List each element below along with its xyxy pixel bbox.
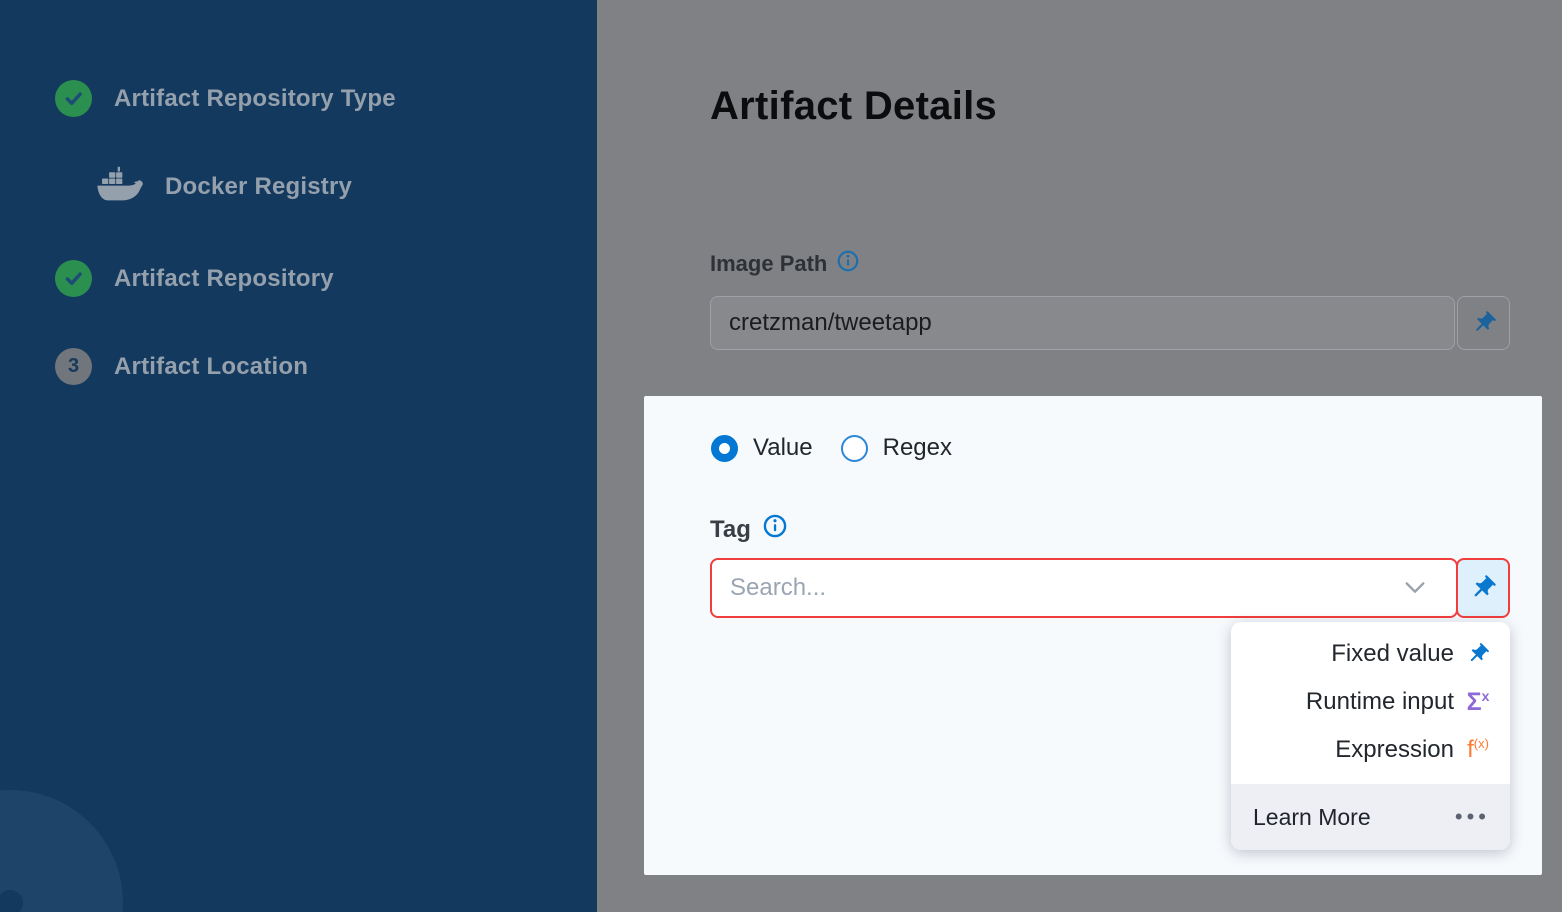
value-type-menu: Fixed value Runtime input Σx Expression …	[1231, 622, 1510, 850]
step-label: Artifact Repository Type	[114, 85, 396, 113]
info-icon[interactable]	[837, 250, 859, 278]
radio-selected-icon[interactable]	[711, 435, 738, 462]
tag-pin-button[interactable]	[1456, 558, 1510, 618]
sidebar-step-artifact-repository-type[interactable]: Artifact Repository Type	[55, 80, 396, 117]
menu-item-runtime-input[interactable]: Runtime input Σx	[1231, 678, 1510, 726]
wizard-sidebar: Artifact Repository Type Docker Registry…	[0, 0, 597, 912]
image-path-pin-button[interactable]	[1457, 296, 1510, 350]
image-path-label: Image Path	[710, 250, 859, 278]
chevron-down-icon[interactable]	[1404, 580, 1426, 601]
step-complete-icon	[55, 260, 92, 297]
tag-label: Tag	[710, 514, 787, 545]
learn-more-link[interactable]: Learn More	[1253, 804, 1371, 831]
radio-option-value[interactable]: Value	[711, 434, 813, 462]
more-options-icon[interactable]: •••	[1455, 806, 1490, 828]
radio-option-regex[interactable]: Regex	[841, 434, 952, 462]
page-title: Artifact Details	[710, 84, 997, 129]
substep-label: Docker Registry	[165, 173, 352, 201]
docker-whale-icon	[95, 165, 145, 208]
step-label: Artifact Location	[114, 353, 308, 381]
radio-unselected-icon[interactable]	[841, 435, 868, 462]
sidebar-step-artifact-location[interactable]: 3 Artifact Location	[55, 348, 308, 385]
menu-item-expression[interactable]: Expression f(x)	[1231, 726, 1510, 774]
image-path-field-row	[710, 296, 1510, 350]
step-label: Artifact Repository	[114, 265, 334, 293]
pin-icon	[1462, 642, 1494, 666]
radio-label: Value	[753, 434, 813, 462]
step-complete-icon	[55, 80, 92, 117]
tag-search-input[interactable]	[710, 558, 1458, 618]
image-path-input[interactable]	[710, 296, 1455, 350]
info-icon[interactable]	[763, 514, 787, 545]
tag-field-row	[710, 558, 1510, 618]
decorative-ring	[0, 790, 123, 912]
menu-footer: Learn More •••	[1231, 784, 1510, 850]
step-number-badge: 3	[55, 348, 92, 385]
tag-type-radio-group: Value Regex	[711, 434, 952, 462]
fx-icon: f(x)	[1462, 736, 1494, 764]
menu-item-fixed-value[interactable]: Fixed value	[1231, 630, 1510, 678]
sidebar-step-artifact-repository[interactable]: Artifact Repository	[55, 260, 334, 297]
radio-label: Regex	[883, 434, 952, 462]
sidebar-substep-docker-registry[interactable]: Docker Registry	[95, 165, 352, 208]
sigma-x-icon: Σx	[1462, 688, 1494, 717]
